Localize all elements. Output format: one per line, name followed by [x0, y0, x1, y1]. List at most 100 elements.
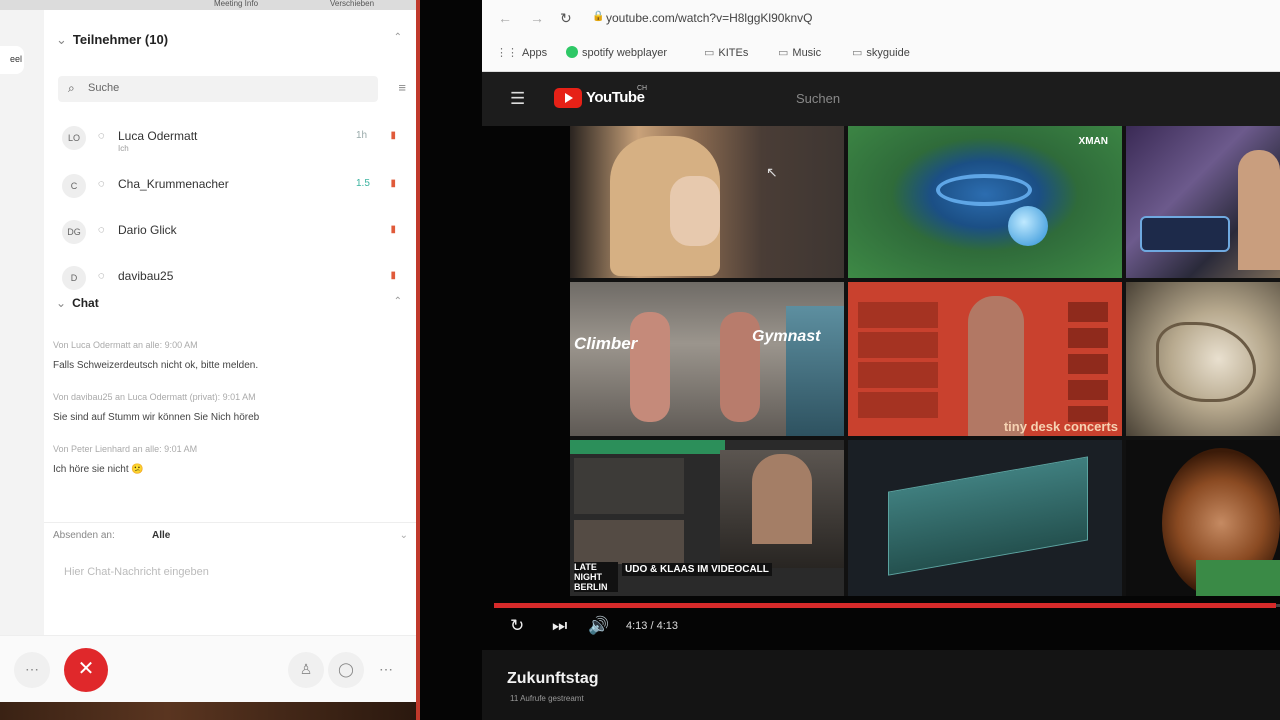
mute-icon[interactable]: ▮: [390, 224, 396, 235]
video-tile: tiny desk concerts: [848, 282, 1122, 436]
avatar: C: [62, 174, 86, 198]
message-meta: Von Luca Odermatt an alle: 9:00 AM: [53, 340, 198, 350]
participant-status: 1h: [356, 130, 368, 141]
participant-status: 1.5: [356, 178, 370, 189]
message-meta: Von davibau25 an Luca Odermatt (privat):…: [53, 392, 256, 402]
bookmark-label: Apps: [522, 47, 548, 59]
tile-label: Climber: [574, 334, 638, 353]
call-tile-shape: [574, 520, 684, 564]
reload-icon[interactable]: ↻: [560, 10, 572, 27]
tile-label: tiny desk concerts: [1003, 419, 1118, 434]
chevron-down-icon[interactable]: ⌄: [400, 530, 408, 541]
chat-title: Chat: [72, 296, 99, 310]
menu-icon[interactable]: ☰: [510, 89, 525, 109]
sort-icon[interactable]: ≡: [398, 80, 406, 95]
send-to-select[interactable]: Alle: [152, 530, 170, 541]
address-bar[interactable]: youtube.com/watch?v=H8lggKl90knvQ: [606, 11, 812, 25]
search-placeholder: Suche: [88, 82, 120, 94]
mic-icon: ◌: [98, 130, 105, 142]
rail-tab[interactable]: eel: [0, 46, 24, 74]
participant-row[interactable]: LO ◌ Luca Odermatt Ich 1h ▮: [60, 122, 400, 156]
bookmark-kites[interactable]: ▭ KITEs: [704, 46, 748, 59]
desk-background: [0, 702, 418, 720]
more-options-button[interactable]: ⋯: [14, 652, 50, 688]
participant-name: Luca Odermatt: [118, 129, 198, 143]
person-face: [752, 454, 812, 544]
mute-icon[interactable]: ▮: [390, 270, 396, 281]
collapse-icon[interactable]: ⌃: [394, 32, 402, 43]
video-subtitle: 11 Aufrufe gestreamt: [510, 694, 584, 703]
video-tile: LATE NIGHT BERLIN UDO & KLAAS IM VIDEOCA…: [570, 440, 844, 596]
volume-icon[interactable]: 🔊: [588, 616, 609, 636]
message-text: Sie sind auf Stumm wir können Sie Nich h…: [53, 412, 260, 423]
replay-icon[interactable]: ↻: [510, 616, 524, 636]
tile-label: Gymnast: [752, 328, 821, 345]
youtube-country: CH: [637, 85, 648, 92]
bookmark-label: skyguide: [866, 47, 910, 59]
video-tile: XMAN: [848, 126, 1122, 278]
video-tile: [848, 440, 1122, 596]
lock-icon: 🔒: [592, 11, 605, 22]
chat-header[interactable]: ⌄ Chat: [56, 296, 99, 310]
chevron-down-icon: ⌄: [56, 296, 67, 310]
back-icon[interactable]: ←: [498, 10, 512, 26]
video-tile: [1126, 126, 1280, 278]
participant-row[interactable]: DG ◌ Dario Glick ▮: [60, 216, 400, 250]
orb-shape: [1008, 206, 1048, 246]
forward-icon[interactable]: →: [530, 10, 544, 26]
chat-button[interactable]: ◯: [328, 652, 364, 688]
tile-label: LATE NIGHT BERLIN: [574, 562, 618, 592]
video-tile: [1126, 440, 1280, 596]
box-shape: [888, 456, 1088, 576]
video-info: Zukunftstag 11 Aufrufe gestreamt: [482, 650, 1280, 720]
youtube-logo-icon[interactable]: [554, 88, 582, 108]
chat-collapse-icon[interactable]: ⌃: [394, 296, 402, 307]
participant-name: davibau25: [118, 269, 174, 283]
browser-window: ← → ↻ 🔒 youtube.com/watch?v=H8lggKl90knv…: [420, 0, 1280, 720]
participant-name: Cha_Krummenacher: [118, 177, 229, 191]
folder-icon: ▭: [852, 47, 863, 59]
apps-grid-icon: ⋮⋮: [496, 47, 518, 59]
video-title: Zukunftstag: [507, 670, 599, 687]
side-panel: ⌄ Teilnehmer (10) ⌃ ⌕ Suche ≡ LO ◌ Luca O…: [44, 10, 416, 635]
participant-row[interactable]: C ◌ Cha_Krummenacher 1.5 ▮: [60, 170, 400, 204]
more-icon[interactable]: ⋯: [368, 652, 404, 688]
youtube-search-input[interactable]: Suchen: [796, 91, 840, 106]
shirt-shape: [1196, 560, 1280, 596]
bookmark-label: KITEs: [718, 47, 749, 59]
participants-button[interactable]: ♙: [288, 652, 324, 688]
bookmark-apps[interactable]: ⋮⋮ Apps: [496, 46, 547, 59]
participants-title: Teilnehmer (10): [72, 32, 169, 47]
call-tile-shape: [574, 458, 684, 514]
meeting-info-link[interactable]: Meeting Info: [214, 0, 258, 8]
shelf-shape: [858, 302, 938, 422]
avatar: DG: [62, 220, 86, 244]
participants-header[interactable]: ⌄ Teilnehmer (10): [56, 32, 168, 48]
screen: Meeting Info Verschieben eel ⌄ Teilnehmer…: [0, 0, 1280, 720]
mute-icon[interactable]: ▮: [390, 178, 396, 189]
cursor-icon: ↖: [766, 164, 778, 180]
singer-shape: [968, 296, 1024, 436]
youtube-logo-text[interactable]: YouTube: [586, 89, 645, 106]
mic-icon: ◌: [98, 224, 105, 236]
ring-shape: [936, 174, 1032, 206]
bookmark-music[interactable]: ▭ Music: [778, 46, 821, 59]
divider: [44, 522, 416, 523]
video-player[interactable]: ↖ XMAN Climber Gymnast tiny desk concert…: [570, 126, 1280, 596]
next-icon[interactable]: ⏭: [552, 616, 567, 636]
avatar: LO: [62, 126, 86, 150]
bookmark-spotify[interactable]: spotify webplayer: [566, 46, 667, 59]
search-icon: ⌕: [68, 81, 75, 95]
spotify-icon: [566, 46, 578, 58]
chat-message-input[interactable]: Hier Chat-Nachricht eingeben: [64, 566, 209, 578]
participant-search-input[interactable]: ⌕ Suche: [58, 76, 378, 102]
leave-call-button[interactable]: ✕: [64, 648, 108, 692]
bookmarks-bar: ⋮⋮ Apps spotify webplayer ▭ KITEs ▭ Music ▭…: [482, 38, 1280, 72]
shelf-shape: [1068, 302, 1108, 422]
sculpture-shape: [1156, 322, 1256, 402]
move-link[interactable]: Verschieben: [330, 0, 374, 8]
bookmark-skyguide[interactable]: ▭ skyguide: [852, 46, 910, 59]
participant-row[interactable]: D ◌ davibau25 ▮: [60, 262, 400, 296]
mute-icon[interactable]: ▮: [390, 130, 396, 141]
side-panel-shape: [786, 306, 844, 436]
